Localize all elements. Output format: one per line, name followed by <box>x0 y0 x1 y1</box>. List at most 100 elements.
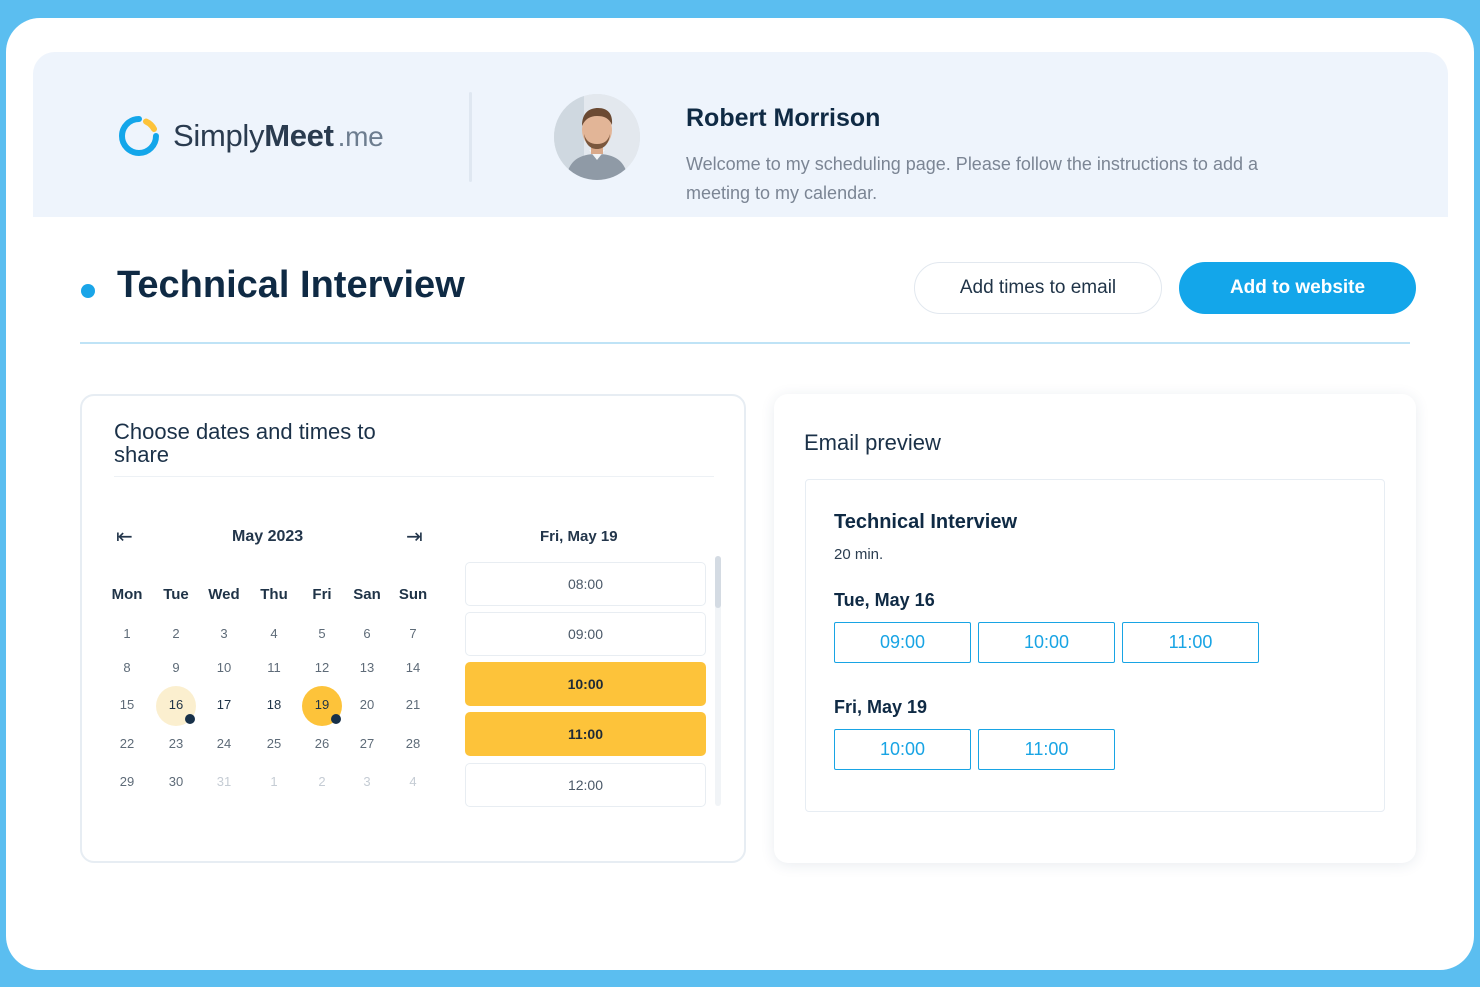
calendar-day[interactable]: 28 <box>390 725 436 763</box>
calendar-day[interactable]: 24 <box>201 725 247 763</box>
calendar-day[interactable]: 8 <box>104 649 150 687</box>
calendar-day[interactable]: 1 <box>104 615 150 653</box>
calendar-day[interactable]: 19 <box>299 686 345 726</box>
calendar-day-number: 3 <box>220 626 228 641</box>
calendar-day-number: 30 <box>168 774 184 789</box>
preview-time-button[interactable]: 10:00 <box>978 622 1115 663</box>
logo-ring-icon <box>119 116 159 156</box>
calendar-day[interactable]: 6 <box>344 615 390 653</box>
calendar-day-number: 11 <box>267 660 281 675</box>
calendar-day-number: 15 <box>119 697 135 712</box>
calendar-day[interactable]: 14 <box>390 649 436 687</box>
profile-header: SimplyMeet .me Robert Morrison Welcome to… <box>33 52 1448 217</box>
calendar-day[interactable]: 30 <box>153 763 199 801</box>
calendar-day[interactable]: 12 <box>299 649 345 687</box>
calendar-day-number: 29 <box>119 774 135 789</box>
preview-time-button[interactable]: 09:00 <box>834 622 971 663</box>
calendar-day-number: 13 <box>359 660 375 675</box>
calendar-day[interactable]: 22 <box>104 725 150 763</box>
calendar-day[interactable]: 29 <box>104 763 150 801</box>
calendar-day[interactable]: 13 <box>344 649 390 687</box>
calendar-day-number: 14 <box>405 660 421 675</box>
selected-count-badge <box>331 714 341 724</box>
calendar-day[interactable]: 7 <box>390 615 436 653</box>
arrow-right-icon[interactable]: ⇥ <box>406 524 423 549</box>
time-slot[interactable]: 11:00 <box>465 712 706 756</box>
weekday-header: Wed <box>208 586 240 603</box>
calendar-day-number: 2 <box>172 626 180 641</box>
preview-duration: 20 min. <box>834 546 884 563</box>
calendar-day[interactable]: 17 <box>201 686 247 724</box>
preview-time-button[interactable]: 11:00 <box>978 729 1115 770</box>
calendar-day-number: 1 <box>123 626 131 641</box>
email-preview-panel: Email preview Technical Interview 20 min… <box>774 394 1416 863</box>
avatar-portrait-icon <box>554 94 640 180</box>
preview-time-button[interactable]: 11:00 <box>1122 622 1259 663</box>
calendar-day-number: 4 <box>270 626 278 641</box>
weekday-header: Sun <box>398 586 428 603</box>
calendar-day[interactable]: 9 <box>153 649 199 687</box>
slot-scrollbar-thumb[interactable] <box>715 556 721 608</box>
calendar-day-number: 27 <box>359 736 375 751</box>
brand-logo: SimplyMeet .me <box>117 114 384 158</box>
calendar-day-number: 23 <box>168 736 184 751</box>
calendar-day[interactable]: 2 <box>299 763 345 801</box>
calendar-day[interactable]: 15 <box>104 686 150 724</box>
calendar-day[interactable]: 4 <box>390 763 436 801</box>
calendar-day-number: 5 <box>318 626 326 641</box>
month-label: May 2023 <box>232 528 304 545</box>
email-preview-label: Email preview <box>804 430 941 455</box>
calendar-day[interactable]: 31 <box>201 763 247 801</box>
app-window: SimplyMeet .me Robert Morrison Welcome to… <box>6 18 1474 970</box>
title-divider <box>80 342 1410 344</box>
calendar-day-number: 24 <box>216 736 232 751</box>
calendar-day[interactable]: 21 <box>390 686 436 724</box>
calendar-day[interactable]: 27 <box>344 725 390 763</box>
header-divider <box>469 92 472 182</box>
calendar-day[interactable]: 11 <box>251 649 297 687</box>
calendar-day[interactable]: 16 <box>153 686 199 726</box>
selected-date-label: Fri, May 19 <box>540 528 618 545</box>
time-slot[interactable]: 12:00 <box>465 763 706 807</box>
page-title: Technical Interview <box>117 264 465 306</box>
calendar-day-number: 12 <box>314 660 330 675</box>
calendar-day-number: 7 <box>409 626 417 641</box>
brand-name-suffix: .me <box>337 121 384 152</box>
date-time-picker-panel: Choose dates and times to share ⇤ May 20… <box>80 394 746 863</box>
weekday-header: Tue <box>163 586 189 603</box>
calendar-day-number: 10 <box>216 660 232 675</box>
calendar-day-number: 3 <box>363 774 371 789</box>
calendar-day[interactable]: 3 <box>201 615 247 653</box>
calendar-day-number: 9 <box>172 660 180 675</box>
calendar-day[interactable]: 1 <box>251 763 297 801</box>
calendar-day[interactable]: 18 <box>251 686 297 724</box>
calendar-day[interactable]: 20 <box>344 686 390 724</box>
calendar-day-number: 2 <box>318 774 326 789</box>
calendar-day[interactable]: 23 <box>153 725 199 763</box>
calendar-day-number: 22 <box>119 736 135 751</box>
picker-title: Choose dates and times to share <box>114 419 376 467</box>
calendar-day-number: 6 <box>363 626 371 641</box>
email-preview-card: Technical Interview 20 min. Tue, May 16 0… <box>805 479 1385 812</box>
add-to-website-button[interactable]: Add to website <box>1179 262 1416 314</box>
add-times-to-email-button[interactable]: Add times to email <box>914 262 1162 314</box>
weekday-header: Thu <box>260 586 288 603</box>
calendar-day-number: 25 <box>266 736 282 751</box>
calendar-day-number: 4 <box>409 774 417 789</box>
calendar-day-number: 20 <box>359 697 375 712</box>
calendar-day[interactable]: 2 <box>153 615 199 653</box>
calendar-day[interactable]: 3 <box>344 763 390 801</box>
calendar-day[interactable]: 5 <box>299 615 345 653</box>
time-slot[interactable]: 09:00 <box>465 612 706 656</box>
profile-description: Welcome to my scheduling page. Please fo… <box>686 154 1258 203</box>
time-slot[interactable]: 08:00 <box>465 562 706 606</box>
profile-name: Robert Morrison <box>686 104 881 132</box>
calendar-day[interactable]: 4 <box>251 615 297 653</box>
calendar-day[interactable]: 25 <box>251 725 297 763</box>
time-slot[interactable]: 10:00 <box>465 662 706 706</box>
arrow-left-icon[interactable]: ⇤ <box>116 524 133 549</box>
calendar-day[interactable]: 10 <box>201 649 247 687</box>
calendar-day[interactable]: 26 <box>299 725 345 763</box>
brand-name: SimplyMeet .me <box>173 118 384 154</box>
preview-time-button[interactable]: 10:00 <box>834 729 971 770</box>
